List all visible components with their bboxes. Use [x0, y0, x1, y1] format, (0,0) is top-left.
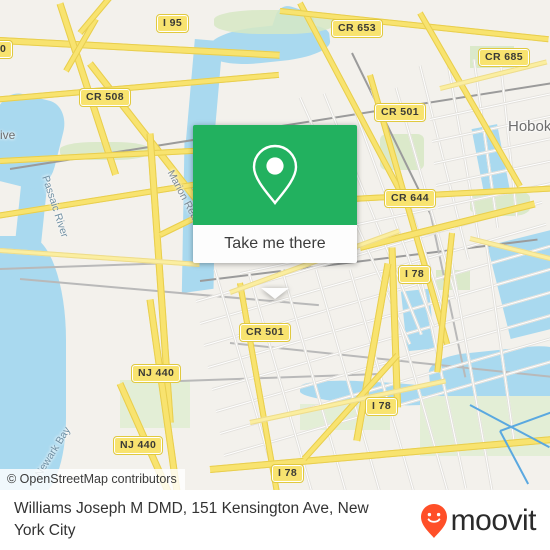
moovit-wordmark: moovit	[450, 504, 537, 537]
road-shield: I 78	[270, 464, 305, 483]
place-label-hoboken: Hobok	[508, 118, 550, 135]
road-shield: CR 685	[477, 48, 531, 67]
map-attribution[interactable]: © OpenStreetMap contributors	[0, 469, 185, 490]
moovit-pin-smiley-icon	[420, 504, 447, 538]
road-shield: 0	[0, 40, 14, 59]
take-me-there-label: Take me there	[224, 235, 326, 252]
road-shield: NJ 440	[112, 436, 164, 455]
popup-tail	[261, 288, 289, 299]
popup-action-bar[interactable]: Take me there	[193, 225, 357, 263]
road-shield: CR 653	[330, 19, 384, 38]
map-pin-icon	[252, 144, 298, 205]
highway-ramp-nw2	[77, 0, 121, 35]
location-title: Williams Joseph M DMD, 151 Kensington Av…	[14, 500, 369, 539]
location-popup-card[interactable]: Take me there	[193, 125, 357, 299]
road-shield: I 95	[155, 14, 190, 33]
road-shield: I 78	[364, 397, 399, 416]
road-shield: CR 501	[373, 103, 427, 122]
road-shield: I 78	[397, 265, 432, 284]
edge-label-drive: ive	[0, 128, 16, 142]
footer-bar: Williams Joseph M DMD, 151 Kensington Av…	[0, 490, 550, 550]
road-shield: CR 644	[383, 189, 437, 208]
road-shield: CR 508	[78, 88, 132, 107]
road-shield: NJ 440	[130, 364, 182, 383]
street-grid	[429, 91, 550, 121]
road-shield: CR 501	[238, 323, 292, 342]
water-newark-bay-lower	[0, 330, 40, 490]
map-screenshot: Passaic River Newark Bay Marion Reach Ho…	[0, 0, 550, 550]
moovit-logo[interactable]: moovit	[420, 504, 537, 538]
popup-header	[193, 125, 357, 225]
